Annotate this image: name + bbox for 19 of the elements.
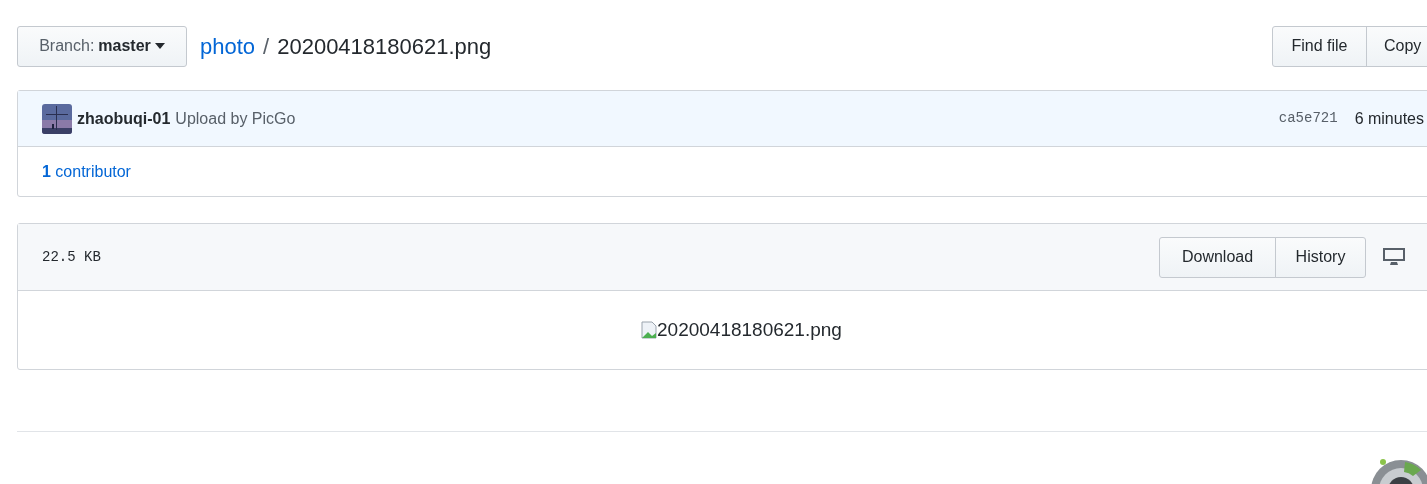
image-alt-text: 20200418180621.png xyxy=(657,317,842,342)
desktop-icon[interactable] xyxy=(1382,247,1406,267)
commit-sha[interactable]: ca5e721 xyxy=(1278,108,1338,129)
branch-button[interactable]: Branch: master xyxy=(17,25,187,67)
contributors-link[interactable]: 1 contributor xyxy=(42,159,131,184)
repo-link[interactable]: photo xyxy=(200,29,256,63)
caret-icon xyxy=(154,43,165,49)
file-action-button[interactable]: History xyxy=(1275,236,1366,278)
commit-message: Upload by PicGo xyxy=(175,108,296,129)
file-action-button[interactable]: Find file xyxy=(1272,25,1367,67)
logo-icon xyxy=(1369,458,1427,484)
file-action-button[interactable]: Copy xyxy=(1366,25,1427,67)
commit-time: 6 minutes xyxy=(1354,108,1424,129)
file-action-button[interactable]: Download xyxy=(1159,236,1276,278)
broken-image-icon xyxy=(641,321,657,339)
file-name: 20200418180621.png xyxy=(277,32,492,61)
commit-author[interactable]: zhaobuqi-01 xyxy=(77,106,171,131)
path-separator: / xyxy=(263,32,270,61)
file-size: 22.5 KB xyxy=(42,247,101,267)
